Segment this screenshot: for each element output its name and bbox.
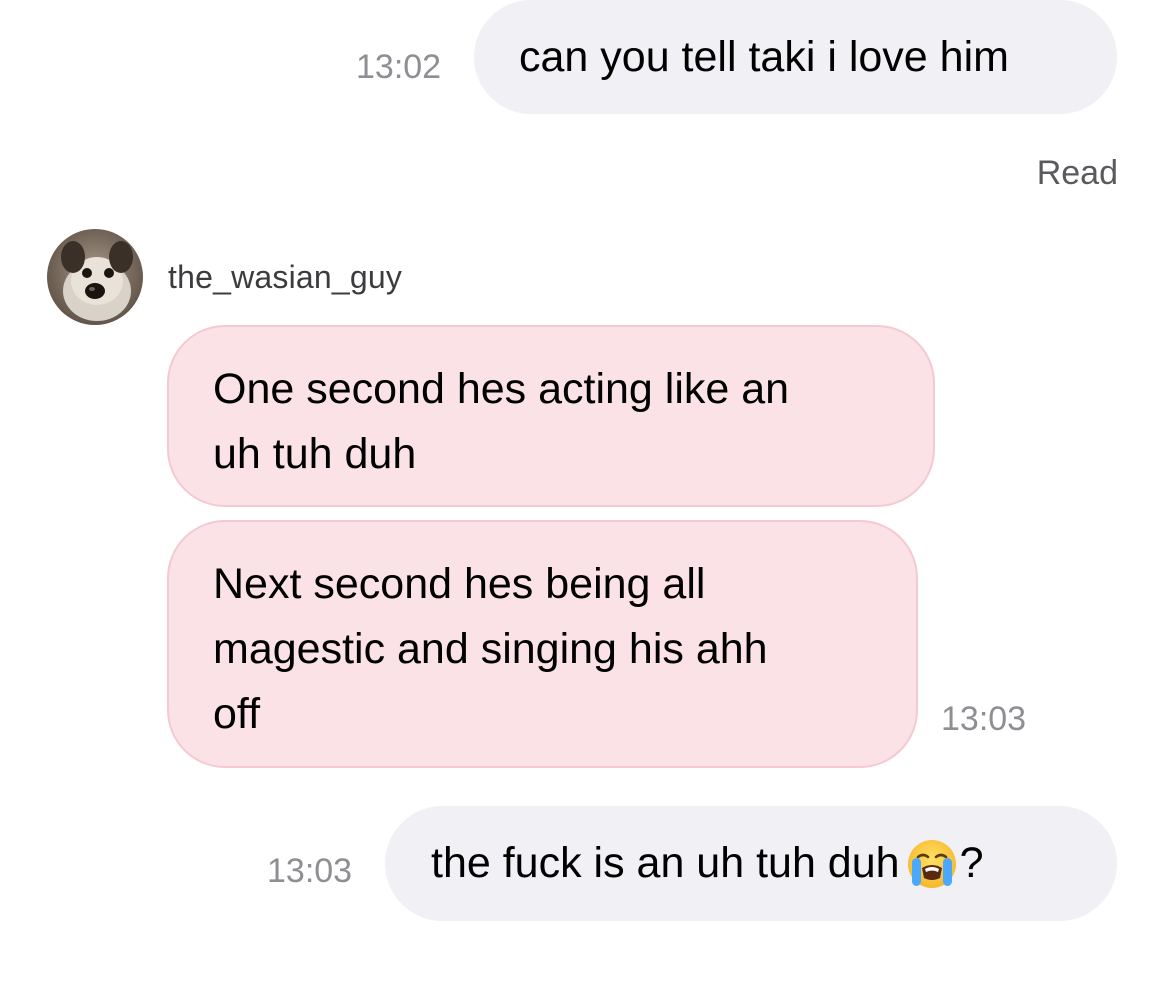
outgoing-message-bubble[interactable]: the fuck is an uh tuh duh ? (385, 806, 1117, 921)
loudly-crying-face-emoji-icon (906, 838, 958, 890)
message-text-line: Next second hes being all (213, 560, 706, 608)
contact-avatar[interactable] (47, 229, 143, 325)
message-text-suffix: ? (959, 839, 984, 887)
message-timestamp: 13:03 (267, 852, 353, 890)
message-text: the fuck is an uh tuh duh (431, 839, 900, 887)
message-timestamp: 13:03 (941, 700, 1027, 738)
message-timestamp: 13:02 (356, 48, 442, 86)
incoming-message-bubble[interactable]: One second hes acting like an uh tuh duh (167, 325, 935, 507)
contact-username[interactable]: the_wasian_guy (168, 261, 402, 293)
outgoing-message-bubble[interactable]: can you tell taki i love him (474, 0, 1117, 114)
message-text: can you tell taki i love him (519, 32, 1009, 81)
message-text-line: One second hes acting like an (213, 365, 790, 413)
read-receipt: Read (1036, 154, 1118, 192)
message-text-line: magestic and singing his ahh (213, 625, 768, 673)
message-text-line: uh tuh duh (213, 430, 417, 478)
incoming-message-bubble[interactable]: Next second hes being all magestic and s… (167, 520, 918, 768)
dog-avatar-icon (47, 229, 143, 325)
message-text-line: off (213, 690, 261, 738)
